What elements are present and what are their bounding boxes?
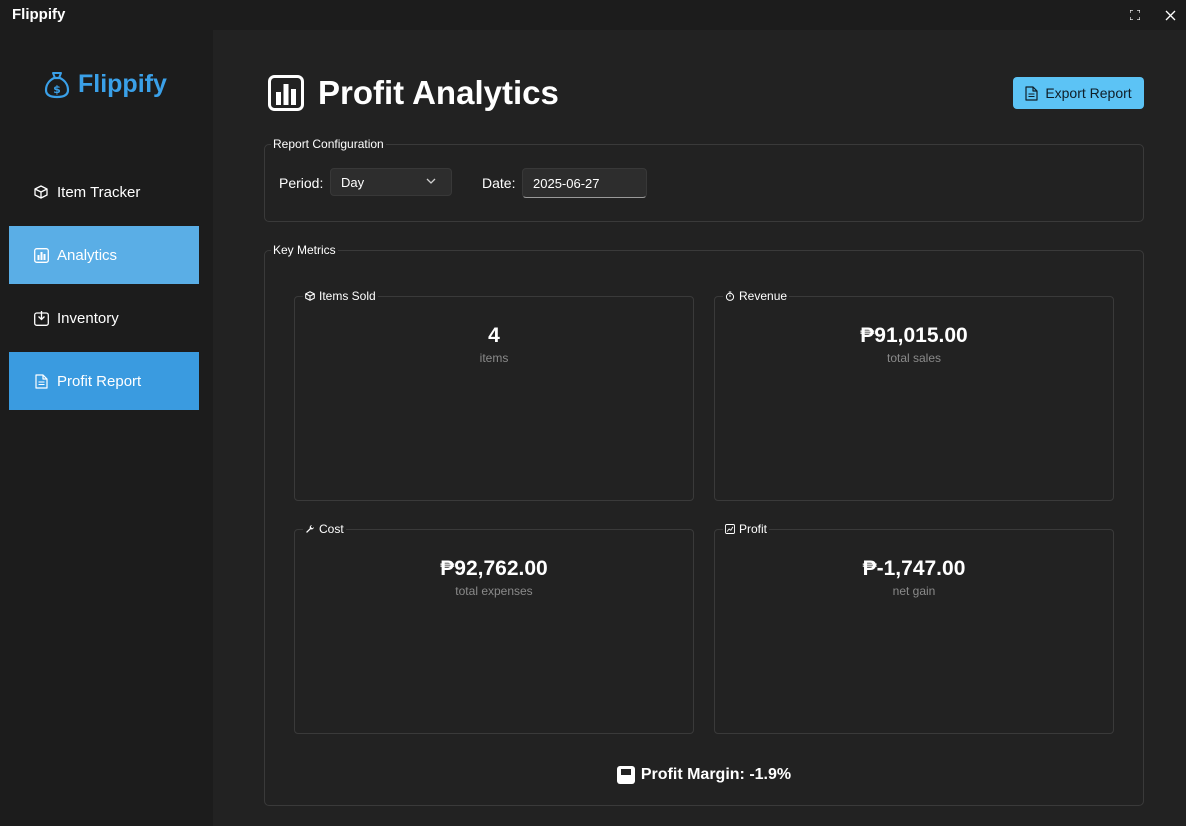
report-configuration-group: Report Configuration Period: Day Date: 2… bbox=[264, 137, 1144, 222]
date-label: Date: bbox=[482, 175, 516, 191]
bar-chart-icon bbox=[33, 247, 49, 263]
page-header: Profit Analytics bbox=[268, 74, 559, 112]
export-report-label: Export Report bbox=[1045, 85, 1132, 101]
group-label: Key Metrics bbox=[271, 243, 338, 257]
card-label-text: Items Sold bbox=[319, 289, 376, 303]
card-label: Revenue bbox=[723, 289, 790, 303]
stopwatch-icon bbox=[725, 291, 735, 301]
maximize-button[interactable] bbox=[1123, 4, 1147, 26]
sidebar-item-label: Profit Report bbox=[57, 372, 142, 390]
card-subtitle: total sales bbox=[886, 351, 942, 365]
box-icon bbox=[33, 184, 49, 200]
date-value: 2025-06-27 bbox=[533, 175, 600, 191]
sidebar-item-analytics[interactable]: Analytics bbox=[9, 226, 199, 284]
svg-text:$: $ bbox=[53, 83, 61, 96]
document-icon bbox=[1025, 85, 1038, 101]
card-value: ₱91,015.00 bbox=[860, 324, 968, 347]
key-metrics-group: Key Metrics Items Sold 4 items Revenue ₱… bbox=[264, 243, 1144, 806]
brand-name: Flippify bbox=[78, 70, 167, 98]
maximize-icon bbox=[1130, 10, 1140, 20]
card-label: Profit bbox=[723, 522, 770, 536]
window-title: Flippify bbox=[12, 6, 66, 23]
group-label: Report Configuration bbox=[271, 137, 386, 151]
sidebar-item-label: Inventory bbox=[57, 309, 119, 327]
card-label-text: Cost bbox=[319, 522, 344, 536]
period-value: Day bbox=[341, 174, 365, 190]
period-label: Period: bbox=[279, 175, 324, 191]
main-panel: Profit Analytics Export Report Report Co… bbox=[213, 30, 1186, 826]
sidebar-item-label: Analytics bbox=[57, 246, 118, 264]
sidebar-item-item-tracker[interactable]: Item Tracker bbox=[9, 163, 199, 221]
chart-box-icon bbox=[616, 766, 635, 784]
card-label-text: Profit bbox=[739, 522, 768, 536]
sidebar-item-profit-report[interactable]: Profit Report bbox=[9, 352, 199, 410]
sidebar-item-label: Item Tracker bbox=[57, 183, 141, 201]
chevron-down-icon bbox=[426, 178, 436, 184]
card-value: ₱-1,747.00 bbox=[862, 557, 966, 580]
profit-margin-text: Profit Margin: -1.9% bbox=[640, 766, 792, 783]
bar-chart-icon bbox=[268, 75, 304, 111]
card-value: ₱92,762.00 bbox=[440, 557, 548, 580]
brand: $ Flippify bbox=[44, 70, 167, 99]
card-subtitle: items bbox=[479, 351, 509, 365]
card-subtitle: total expenses bbox=[455, 584, 533, 598]
close-icon bbox=[1165, 10, 1175, 20]
period-select[interactable]: Day bbox=[330, 168, 452, 196]
page-title: Profit Analytics bbox=[318, 74, 559, 111]
close-button[interactable] bbox=[1158, 4, 1182, 26]
card-value: 4 bbox=[488, 324, 500, 347]
card-subtitle: net gain bbox=[892, 584, 936, 598]
box-icon bbox=[305, 291, 315, 301]
chart-icon bbox=[725, 524, 735, 534]
money-bag-icon: $ bbox=[44, 71, 70, 98]
date-input[interactable]: 2025-06-27 bbox=[522, 168, 647, 198]
sidebar-item-inventory[interactable]: Inventory bbox=[9, 289, 199, 347]
document-icon bbox=[33, 373, 49, 389]
wrench-icon bbox=[306, 525, 314, 533]
metric-card-profit: Profit ₱-1,747.00 net gain bbox=[714, 522, 1114, 734]
card-label: Cost bbox=[303, 522, 346, 536]
export-report-button[interactable]: Export Report bbox=[1013, 77, 1144, 109]
inbox-icon bbox=[33, 310, 49, 326]
profit-margin: Profit Margin: -1.9% bbox=[265, 766, 1143, 784]
metric-card-items-sold: Items Sold 4 items bbox=[294, 289, 694, 501]
card-label-text: Revenue bbox=[739, 289, 788, 303]
card-label: Items Sold bbox=[303, 289, 378, 303]
title-bar: Flippify bbox=[0, 0, 1186, 30]
metric-card-revenue: Revenue ₱91,015.00 total sales bbox=[714, 289, 1114, 501]
sidebar: $ Flippify Item Tracker Analytics Invent… bbox=[0, 30, 213, 826]
metric-card-cost: Cost ₱92,762.00 total expenses bbox=[294, 522, 694, 734]
